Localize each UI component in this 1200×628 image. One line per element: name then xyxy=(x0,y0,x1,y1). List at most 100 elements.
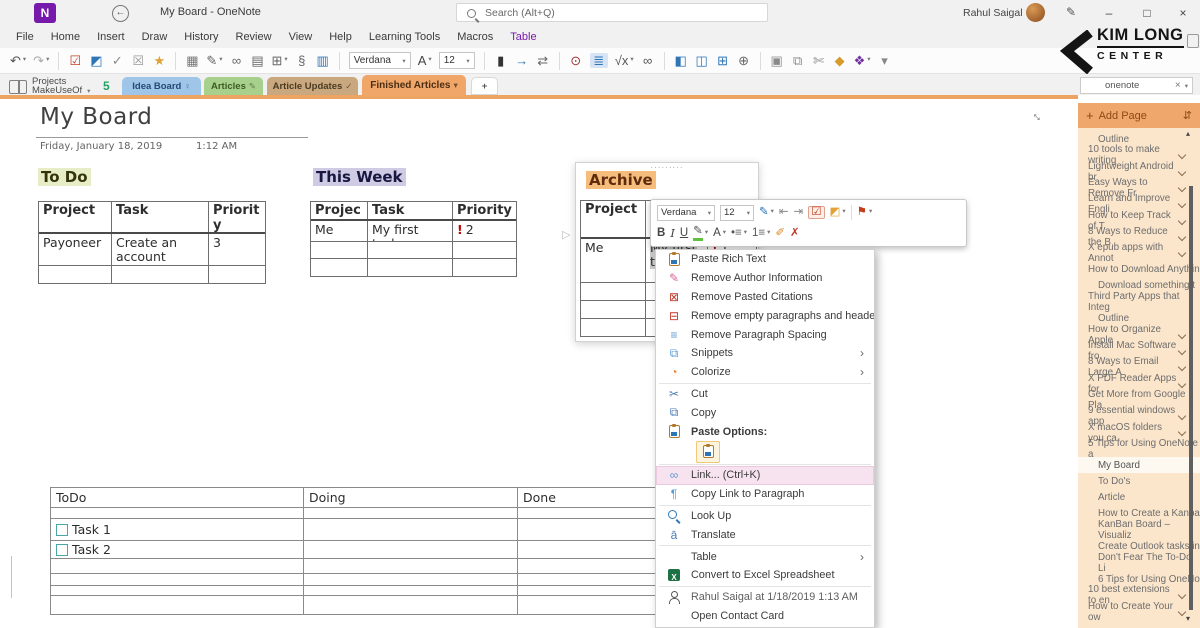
todo-heading[interactable]: To Do xyxy=(38,168,91,186)
sidebar-page-how-to-download-anythin[interactable]: How to Download Anythin xyxy=(1078,261,1200,277)
menu-item-copy[interactable]: ⧉Copy xyxy=(656,403,874,422)
user-name[interactable]: Rahul Saigal xyxy=(963,7,1023,19)
close-button[interactable]: × xyxy=(1166,0,1200,26)
tag-checkbox-icon[interactable]: ☒ xyxy=(131,54,145,67)
math-icon[interactable]: √x▾ xyxy=(615,54,634,67)
tag-todo-icon[interactable]: ☑ xyxy=(808,206,824,220)
page-title[interactable]: My Board xyxy=(40,104,152,130)
move-paragraph-icon[interactable]: → xyxy=(515,54,529,67)
attach-file-icon[interactable]: § xyxy=(295,54,309,67)
copy-page-icon[interactable]: ⧉ xyxy=(791,54,805,67)
tag-important-icon[interactable]: ◩ xyxy=(89,54,103,67)
font-name-combo[interactable]: Verdana▾ xyxy=(349,52,411,69)
kanban-cell[interactable] xyxy=(51,596,304,614)
kanban-cell[interactable] xyxy=(51,574,304,585)
tag-todo-icon[interactable]: ☑ xyxy=(68,54,82,67)
table-cell[interactable] xyxy=(368,242,453,258)
maximize-button[interactable]: □ xyxy=(1130,0,1164,26)
sidebar-page-how-to-create-your-ow[interactable]: How to Create Your ow xyxy=(1078,604,1200,620)
table-cell[interactable] xyxy=(209,266,265,283)
clear-search-icon[interactable]: × xyxy=(1175,80,1181,91)
numbering-icon[interactable]: 1≡▾ xyxy=(752,228,770,240)
menu-learning-tools[interactable]: Learning Tools xyxy=(369,31,440,43)
kanban-cell[interactable] xyxy=(304,541,518,558)
menu-item-convert-to-excel-spreadsheet[interactable]: Convert to Excel Spreadsheet xyxy=(656,566,874,585)
section-tab-finished-articles[interactable]: Finished Articles▾ xyxy=(362,75,466,96)
flag-icon[interactable]: ⚑▾ xyxy=(857,207,873,219)
menu-insert[interactable]: Insert xyxy=(97,31,125,43)
menu-item-rahul-saigal-at-1-18-2019-1-13-am[interactable]: Rahul Saigal at 1/18/2019 1:13 AM xyxy=(656,588,874,607)
menu-draw[interactable]: Draw xyxy=(142,31,168,43)
kanban-header-doing[interactable]: Doing xyxy=(304,488,518,507)
kanban-cell[interactable] xyxy=(304,596,518,614)
scrollbar-thumb[interactable] xyxy=(1189,186,1193,610)
menu-item-paste-rich-text[interactable]: Paste Rich Text xyxy=(656,250,874,269)
table-cell[interactable] xyxy=(311,259,368,276)
table-cell[interactable] xyxy=(581,301,646,318)
pin-icon[interactable]: ⊕ xyxy=(737,54,751,67)
kanban-cell[interactable] xyxy=(304,508,518,518)
table-cell[interactable] xyxy=(311,242,368,258)
menu-table[interactable]: Table xyxy=(510,31,536,43)
menu-item-remove-paragraph-spacing[interactable]: ≡Remove Paragraph Spacing xyxy=(656,325,874,344)
indent-decrease-icon[interactable]: ⇤ xyxy=(779,207,789,219)
menu-item-look-up[interactable]: Look Up xyxy=(656,507,874,526)
kanban-table[interactable]: ToDoDoingDoneTask 1Task 2 xyxy=(50,487,742,615)
table-cell[interactable] xyxy=(453,259,516,276)
notebook-icon[interactable] xyxy=(9,80,27,94)
table-cell[interactable] xyxy=(39,266,112,283)
menu-item-open-contact-card[interactable]: Open Contact Card xyxy=(656,607,874,626)
sort-pages-icon[interactable]: ⇵ xyxy=(1183,109,1192,122)
scroll-up-icon[interactable]: ▴ xyxy=(1186,129,1190,138)
page-search-input[interactable]: onenote × ▾ xyxy=(1080,77,1193,94)
menu-review[interactable]: Review xyxy=(236,31,272,43)
new-page-icon[interactable]: ▤ xyxy=(251,54,265,67)
loop-icon[interactable]: ∞ xyxy=(641,54,655,67)
task-checkbox[interactable] xyxy=(56,544,68,556)
tag-done-icon[interactable]: ✓ xyxy=(110,54,124,67)
menu-macros[interactable]: Macros xyxy=(457,31,493,43)
kanban-cell[interactable] xyxy=(304,519,518,540)
sidebar-page-kanban-board-visualiz[interactable]: KanBan Board – Visualiz xyxy=(1078,522,1200,538)
kanban-cell[interactable]: Task 1 xyxy=(51,519,304,540)
split-window-icon[interactable]: ◧ xyxy=(674,54,688,67)
table-cell[interactable] xyxy=(453,242,516,258)
scissors-icon[interactable]: ✄ xyxy=(812,54,826,67)
dock-window-icon[interactable]: ⊞ xyxy=(716,54,730,67)
tag-star-icon[interactable]: ◩▾ xyxy=(830,207,846,219)
menu-item-remove-pasted-citations[interactable]: ⊠Remove Pasted Citations xyxy=(656,288,874,307)
table-cell[interactable]: 3 xyxy=(209,234,265,265)
table-cell[interactable]: Me xyxy=(311,221,368,241)
page-width-icon[interactable]: ▮ xyxy=(494,54,508,67)
onetastic-icon[interactable]: ❖▾ xyxy=(854,54,871,67)
sidebar-page-to-do-s[interactable]: To Do's xyxy=(1078,473,1200,489)
menu-item-table[interactable]: Table› xyxy=(656,547,874,566)
table-cell[interactable]: Me xyxy=(581,239,646,282)
this-week-table-header-cell[interactable]: Project xyxy=(311,202,368,219)
kanban-cell[interactable]: Task 2 xyxy=(51,541,304,558)
add-page-button[interactable]: + Add Page ⇵ xyxy=(1078,103,1200,128)
menu-home[interactable]: Home xyxy=(51,31,80,43)
todo-table-header-cell[interactable]: Task xyxy=(112,202,209,232)
sidebar-page-third-party-apps-that-integ[interactable]: Third Party Apps that Integ xyxy=(1078,294,1200,310)
font-style-icon[interactable]: A▾ xyxy=(418,54,432,67)
kanban-cell[interactable] xyxy=(304,559,518,573)
section-tab-article-updates[interactable]: Article Updates✓ xyxy=(267,77,358,95)
tag-star-icon[interactable]: ★ xyxy=(152,54,166,67)
outline-view-icon[interactable]: ≣ xyxy=(590,53,608,68)
menu-view[interactable]: View xyxy=(289,31,313,43)
search-input[interactable]: Search (Alt+Q) xyxy=(456,3,768,22)
kanban-cell[interactable] xyxy=(51,586,304,595)
this-week-heading[interactable]: This Week xyxy=(313,168,406,186)
indent-increase-icon[interactable]: ⇥ xyxy=(794,207,804,219)
resize-icon[interactable]: ⇄ xyxy=(536,54,550,67)
menu-item-remove-empty-paragraphs-and-headers[interactable]: ⊟Remove empty paragraphs and headers xyxy=(656,306,874,325)
avatar[interactable] xyxy=(1026,3,1045,22)
menu-item-link-ctrl-k[interactable]: ∞Link... (Ctrl+K) xyxy=(656,466,874,485)
paragraph-handle-icon[interactable]: ▷ xyxy=(562,228,570,241)
link-icon[interactable]: ∞ xyxy=(230,54,244,67)
kanban-header-todo[interactable]: ToDo xyxy=(51,488,304,507)
sidebar-page-don-t-fear-the-to-do-li[interactable]: Don't Fear The To-Do Li xyxy=(1078,555,1200,571)
underline-button[interactable]: U xyxy=(680,228,688,240)
table-cell[interactable]: !2 xyxy=(453,221,516,241)
